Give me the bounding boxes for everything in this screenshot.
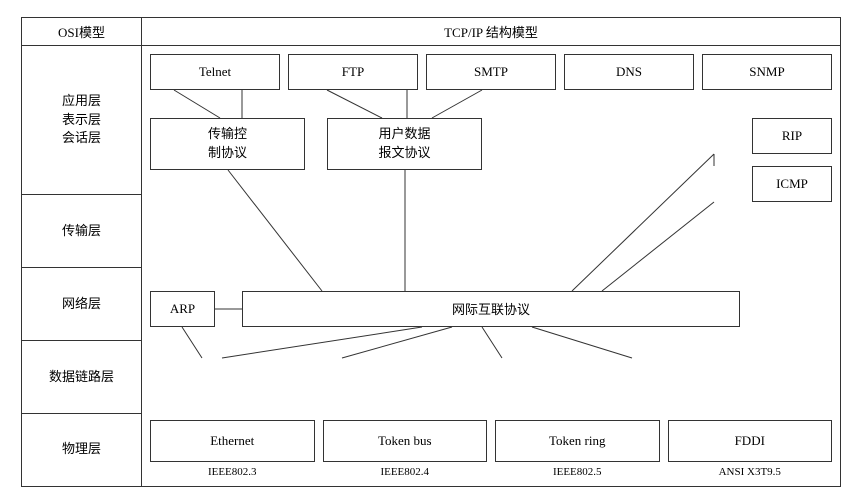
- app-box-snmp: SNMP: [702, 54, 832, 90]
- phys-box-tokenring: Token ring: [495, 420, 660, 462]
- osi-panel: OSI模型 应用层表示层会话层 传输层 网络层 数据链路层 物理层: [22, 18, 142, 486]
- rip-box: RIP: [752, 118, 832, 154]
- phys-label-ethernet: IEEE802.3: [150, 464, 315, 478]
- physical-row: Ethernet Token bus Token ring FDDI IEEE8…: [150, 420, 832, 478]
- tcpip-panel: TCP/IP 结构模型 Telnet FTP SMTP DNS SNMP: [142, 18, 840, 486]
- app-protocol-row: Telnet FTP SMTP DNS SNMP: [150, 54, 832, 90]
- phys-label-fddi: ANSI X3T9.5: [668, 464, 833, 478]
- osi-layers: 应用层表示层会话层 传输层 网络层 数据链路层 物理层: [22, 46, 141, 486]
- osi-layer-application: 应用层表示层会话层: [22, 46, 141, 196]
- osi-layer-network: 网络层: [22, 268, 141, 341]
- icmp-box: ICMP: [752, 166, 832, 202]
- tcpip-title: TCP/IP 结构模型: [142, 18, 840, 46]
- phys-label-tokenbus: IEEE802.4: [323, 464, 488, 478]
- app-box-smtp: SMTP: [426, 54, 556, 90]
- osi-layer-transport: 传输层: [22, 195, 141, 268]
- phys-box-fddi: FDDI: [668, 420, 833, 462]
- phys-label-tokenring: IEEE802.5: [495, 464, 660, 478]
- udp-box: 用户数据报文协议: [327, 118, 482, 170]
- ip-box: 网际互联协议: [242, 291, 740, 327]
- osi-title: OSI模型: [22, 18, 141, 46]
- tcp-box: 传输控制协议: [150, 118, 305, 170]
- osi-layer-physical: 物理层: [22, 414, 141, 486]
- app-box-dns: DNS: [564, 54, 694, 90]
- tcpip-content: Telnet FTP SMTP DNS SNMP 传输控制协议: [142, 46, 840, 486]
- phys-box-ethernet: Ethernet: [150, 420, 315, 462]
- osi-layer-datalink: 数据链路层: [22, 341, 141, 414]
- app-box-ftp: FTP: [288, 54, 418, 90]
- phys-box-tokenbus: Token bus: [323, 420, 488, 462]
- app-box-telnet: Telnet: [150, 54, 280, 90]
- main-diagram: OSI模型 应用层表示层会话层 传输层 网络层 数据链路层 物理层 TCP/IP…: [21, 17, 841, 487]
- arp-box: ARP: [150, 291, 215, 327]
